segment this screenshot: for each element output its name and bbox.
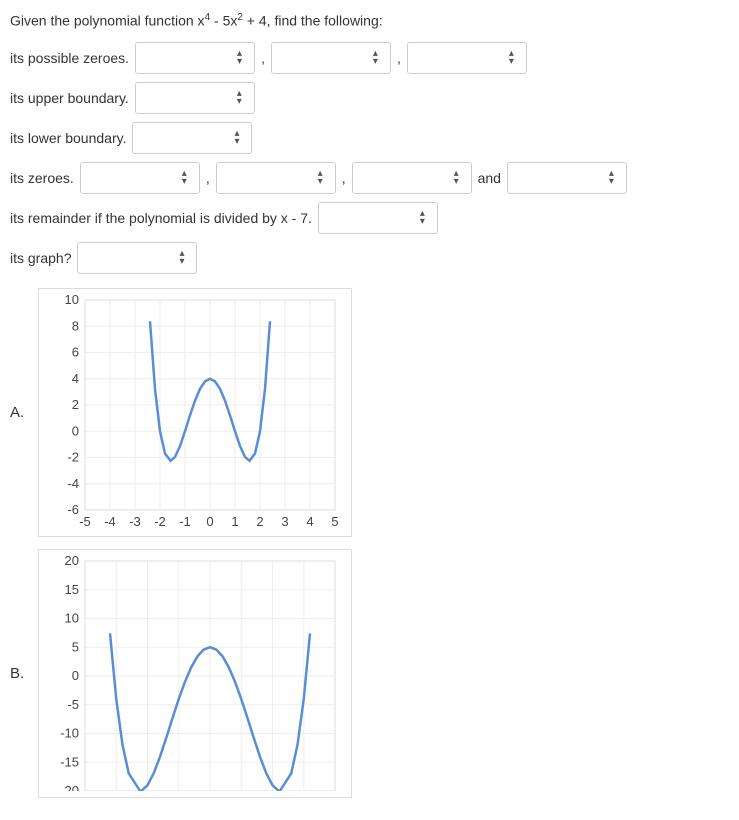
label-possible-zeroes: its possible zeroes.	[10, 50, 129, 66]
zero-3-select[interactable]: ▴▾	[352, 162, 472, 194]
upper-boundary-select[interactable]: ▴▾	[135, 82, 255, 114]
chevrons-icon: ▴▾	[318, 170, 323, 186]
svg-text:-2: -2	[154, 514, 166, 529]
svg-text:3: 3	[281, 514, 288, 529]
graph-select[interactable]: ▴▾	[77, 242, 197, 274]
svg-text:0: 0	[206, 514, 213, 529]
svg-text:4: 4	[306, 514, 313, 529]
svg-text:-3: -3	[129, 514, 141, 529]
svg-text:-5: -5	[79, 514, 91, 529]
svg-text:-5: -5	[67, 696, 79, 711]
zero-4-select[interactable]: ▴▾	[507, 162, 627, 194]
chevrons-icon: ▴▾	[237, 50, 242, 66]
chevrons-icon: ▴▾	[179, 250, 184, 266]
option-b-label: B.	[10, 665, 28, 682]
svg-text:1: 1	[231, 514, 238, 529]
chevrons-icon: ▴▾	[234, 130, 239, 146]
svg-text:-4: -4	[104, 514, 116, 529]
chevrons-icon: ▴▾	[182, 170, 187, 186]
svg-text:-20: -20	[60, 783, 79, 791]
zero-1-select[interactable]: ▴▾	[80, 162, 200, 194]
chevrons-icon: ▴▾	[373, 50, 378, 66]
svg-text:8: 8	[72, 318, 79, 333]
zero-2-select[interactable]: ▴▾	[216, 162, 336, 194]
option-a-label: A.	[10, 404, 28, 421]
chevrons-icon: ▴▾	[509, 50, 514, 66]
svg-text:-2: -2	[67, 449, 79, 464]
svg-text:2: 2	[72, 397, 79, 412]
svg-text:6: 6	[72, 344, 79, 359]
svg-text:15: 15	[65, 581, 79, 596]
separator-text: ,	[342, 170, 346, 186]
svg-text:-15: -15	[60, 754, 79, 769]
separator-text: ,	[261, 50, 265, 66]
chevrons-icon: ▴▾	[609, 170, 614, 186]
svg-text:5: 5	[72, 639, 79, 654]
svg-text:10: 10	[65, 610, 79, 625]
svg-text:20: 20	[65, 556, 79, 568]
question-text: Given the polynomial function x4 - 5x2 +…	[10, 10, 729, 32]
label-zeroes: its zeroes.	[10, 170, 74, 186]
svg-text:2: 2	[256, 514, 263, 529]
svg-text:10: 10	[65, 295, 79, 307]
svg-text:4: 4	[72, 370, 79, 385]
remainder-select[interactable]: ▴▾	[318, 202, 438, 234]
chart-b: -20 -15 -10 -5 0 5 10 15 20	[38, 549, 352, 798]
label-upper-boundary: its upper boundary.	[10, 90, 129, 106]
svg-text:-6: -6	[67, 502, 79, 517]
possible-zero-1-select[interactable]: ▴▾	[135, 42, 255, 74]
label-remainder: its remainder if the polynomial is divid…	[10, 210, 312, 226]
svg-text:-4: -4	[67, 475, 79, 490]
svg-text:-10: -10	[60, 725, 79, 740]
svg-text:-1: -1	[179, 514, 191, 529]
possible-zero-2-select[interactable]: ▴▾	[271, 42, 391, 74]
separator-text: ,	[206, 170, 210, 186]
lower-boundary-select[interactable]: ▴▾	[132, 122, 252, 154]
chart-a: -6 -4 -2 0 2 4 6 8 10 -5 -4 -3 -2 -1 0 1 2 3 4 5	[38, 288, 352, 537]
chevrons-icon: ▴▾	[237, 90, 242, 106]
label-lower-boundary: its lower boundary.	[10, 130, 126, 146]
possible-zero-3-select[interactable]: ▴▾	[407, 42, 527, 74]
svg-text:5: 5	[331, 514, 338, 529]
chevrons-icon: ▴▾	[454, 170, 459, 186]
svg-text:0: 0	[72, 668, 79, 683]
and-text: and	[478, 170, 501, 186]
chevrons-icon: ▴▾	[420, 210, 425, 226]
label-graph: its graph?	[10, 250, 71, 266]
svg-text:0: 0	[72, 423, 79, 438]
separator-text: ,	[397, 50, 401, 66]
